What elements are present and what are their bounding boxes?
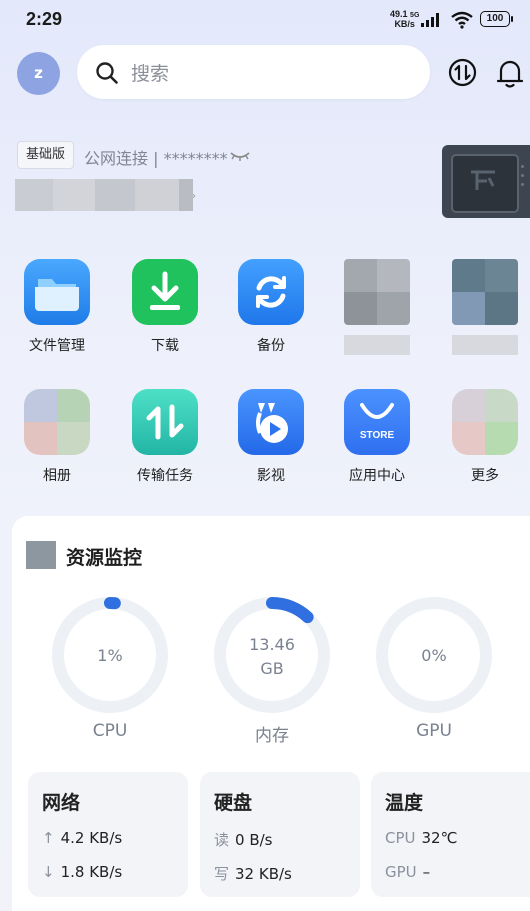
app-label: 更多: [471, 468, 499, 484]
cpu-gauge[interactable]: 1%: [50, 595, 170, 715]
app-redacted-1[interactable]: [332, 259, 422, 355]
folder-icon: [24, 259, 90, 325]
cpu-label: CPU: [92, 721, 128, 741]
store-icon: STORE: [344, 389, 410, 455]
redacted-app-icon: [344, 259, 410, 325]
temperature-title: 温度: [385, 792, 424, 814]
memory-unit: GB: [260, 659, 284, 678]
app-label: 传输任务: [137, 468, 193, 484]
monitor-icon: [26, 541, 56, 569]
app-label: 文件管理: [29, 338, 85, 354]
monitor-title: 资源监控: [66, 547, 143, 569]
upload-speed: 4.2 KB/s: [60, 829, 123, 847]
resource-monitor-card[interactable]: 资源监控 1% CPU 13.46 GB 内存 0% GPU 网络 ↑ 4.2 K…: [12, 516, 530, 911]
disk-read-value: 0 B/s: [235, 831, 273, 849]
disk-card[interactable]: 硬盘 读 0 B/s 写 32 KB/s: [200, 772, 360, 897]
backup-icon: [238, 259, 304, 325]
network-speed-indicator: 49.1 5G KB/s: [390, 9, 420, 29]
app-label: 备份: [257, 338, 285, 354]
memory-value: 13.46: [249, 635, 295, 654]
app-transfer-tasks[interactable]: 传输任务: [120, 389, 210, 485]
app-store[interactable]: STORE 应用中心: [332, 389, 422, 485]
arrow-up-icon: ↑: [42, 829, 55, 847]
app-download[interactable]: 下载: [120, 259, 210, 355]
photo-icon: [24, 389, 90, 455]
battery-icon: 100: [480, 11, 513, 27]
signal-icon: [421, 13, 439, 27]
temperature-card[interactable]: 温度 CPU 32℃ GPU –: [371, 772, 530, 897]
network-title: 网络: [42, 792, 81, 814]
app-label: 相册: [43, 468, 71, 484]
search-icon: [96, 62, 118, 84]
disk-write-row: 写 32 KB/s: [214, 863, 292, 884]
disk-write-label: 写: [214, 865, 230, 883]
app-label: 应用中心: [349, 468, 405, 484]
edition-badge: 基础版: [17, 141, 75, 169]
arrow-down-icon: ↓: [42, 863, 55, 881]
search-bar[interactable]: 搜索: [77, 45, 430, 99]
app-label: 下载: [151, 338, 179, 354]
connection-status: 公网连接 | ********: [84, 149, 228, 168]
redacted-app-label: [452, 335, 518, 355]
gpu-value: 0%: [421, 646, 447, 665]
redacted-app-icon: [452, 259, 518, 325]
bell-icon[interactable]: [496, 57, 524, 89]
gpu-temp-row: GPU –: [385, 863, 430, 881]
gpu-label: GPU: [416, 721, 452, 741]
more-icon: [452, 389, 518, 455]
app-video[interactable]: 影视: [226, 389, 316, 485]
download-row: ↓ 1.8 KB/s: [42, 863, 122, 881]
chevron-right-icon: ›: [192, 191, 196, 202]
wifi-icon: [451, 11, 473, 29]
download-icon: [132, 259, 198, 325]
app-backup[interactable]: 备份: [226, 259, 316, 355]
gpu-temp-label: GPU: [385, 863, 417, 881]
cpu-value: 1%: [97, 646, 123, 665]
disk-read-row: 读 0 B/s: [214, 829, 273, 850]
disk-read-label: 读: [214, 831, 230, 849]
memory-label: 内存: [255, 726, 289, 746]
app-file-manager[interactable]: 文件管理: [12, 259, 102, 355]
gpu-gauge[interactable]: 0%: [374, 595, 494, 715]
gpu-temp-value: –: [422, 863, 431, 881]
disk-write-value: 32 KB/s: [235, 865, 292, 883]
device-indicator-lights: [521, 165, 525, 199]
memory-gauge[interactable]: 13.46 GB: [212, 595, 332, 715]
device-logo-icon: [471, 170, 495, 190]
eye-closed-icon[interactable]: [230, 150, 250, 162]
clock: 2:29: [26, 9, 63, 29]
video-icon: [238, 389, 304, 455]
download-speed: 1.8 KB/s: [60, 863, 123, 881]
store-text: STORE: [359, 430, 395, 441]
search-placeholder: 搜索: [131, 63, 170, 85]
redacted-app-label: [344, 335, 410, 355]
transfer-sync-icon[interactable]: [448, 58, 477, 87]
nas-device-image: [442, 145, 530, 218]
network-card[interactable]: 网络 ↑ 4.2 KB/s ↓ 1.8 KB/s: [28, 772, 188, 897]
upload-row: ↑ 4.2 KB/s: [42, 829, 122, 847]
status-bar: 2:29 49.1 5G KB/s 100: [0, 0, 530, 40]
cpu-temp-value: 32℃: [421, 829, 458, 847]
cpu-temp-row: CPU 32℃: [385, 829, 457, 847]
app-label: 影视: [257, 468, 285, 484]
disk-title: 硬盘: [214, 792, 253, 814]
avatar[interactable]: z: [17, 52, 60, 95]
app-more[interactable]: 更多: [440, 389, 530, 485]
device-name-redacted[interactable]: [15, 179, 193, 211]
app-photos[interactable]: 相册: [12, 389, 102, 485]
cpu-temp-label: CPU: [385, 829, 416, 847]
transfer-icon: [132, 389, 198, 455]
app-redacted-2[interactable]: [440, 259, 530, 355]
